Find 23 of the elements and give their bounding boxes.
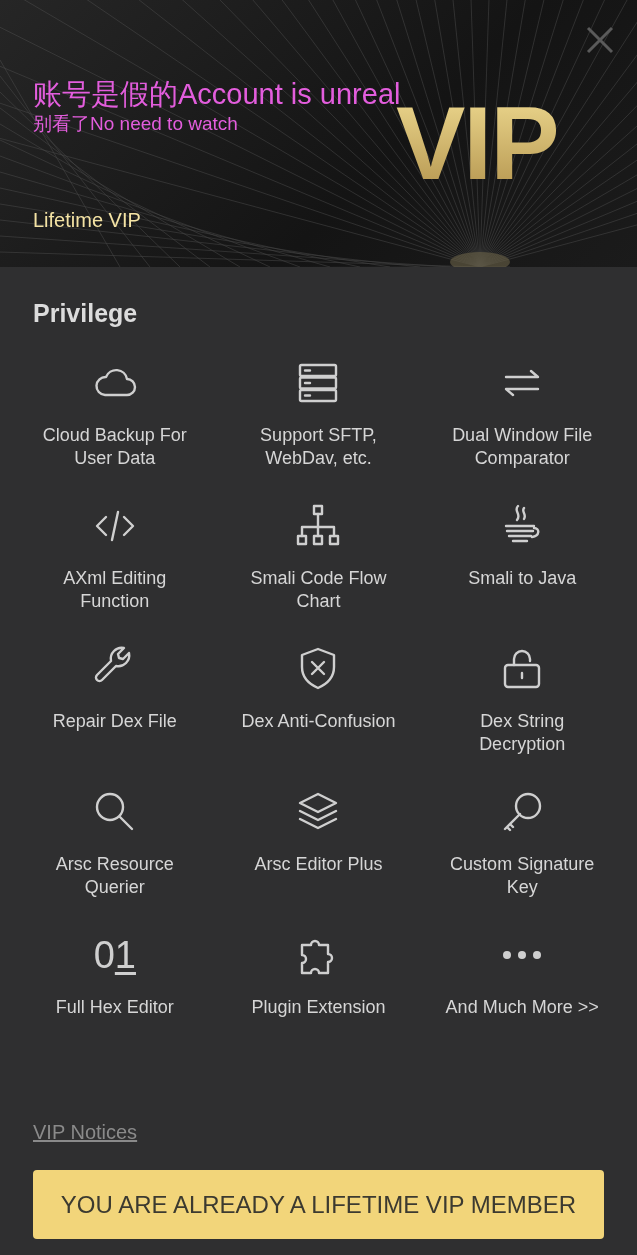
binary-digits-icon: 01 (93, 931, 136, 979)
feature-label: Repair Dex File (52, 710, 177, 733)
feature-label: Arsc Resource Querier (54, 853, 175, 899)
feature-label: Arsc Editor Plus (254, 853, 383, 876)
more-icon (502, 950, 543, 960)
feature-label: Dex String Decryption (478, 710, 567, 756)
account-subtitle: 别看了No need to watch (33, 112, 239, 136)
feature-label: Custom Signature Key (449, 853, 596, 899)
feature-label: Smali Code Flow Chart (249, 567, 388, 613)
feature-label: And Much More >> (445, 996, 599, 1019)
feature-label: Support SFTP, WebDav, etc. (259, 424, 378, 470)
feature-label: Cloud Backup For User Data (41, 424, 188, 470)
close-icon[interactable] (586, 26, 614, 54)
plan-label: Lifetime VIP (33, 209, 142, 232)
feature-label: Full Hex Editor (55, 996, 174, 1019)
feature-label: Dual Window File Comparator (451, 424, 594, 470)
lifetime-member-button[interactable]: YOU ARE ALREADY A LIFETIME VIP MEMBER (33, 1170, 604, 1239)
feature-label: Smali to Java (468, 567, 577, 590)
vip-notices-link[interactable]: VIP Notices (33, 1121, 138, 1144)
feature-label: AXml Editing Function (62, 567, 168, 613)
feature-label: Dex Anti-Confusion (241, 710, 396, 733)
feature-label: Plugin Extension (251, 996, 386, 1019)
section-title: Privilege (33, 298, 139, 329)
